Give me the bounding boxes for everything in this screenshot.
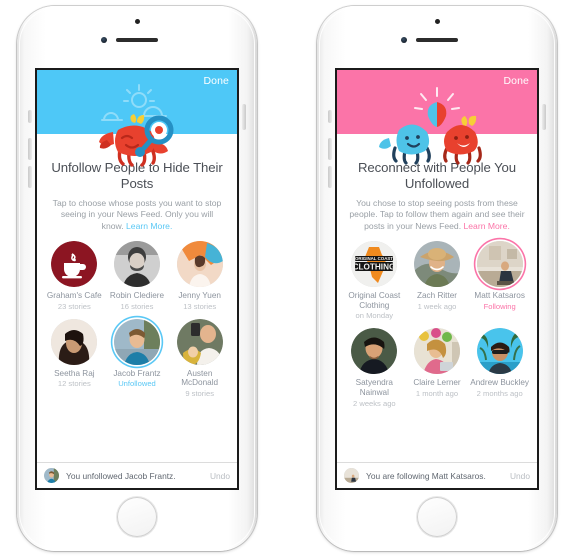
volume-down-button[interactable] [328,166,332,188]
toast-avatar [44,468,59,483]
avatar: ORIGINAL COAST CLOTHING [351,241,398,288]
avatar [113,318,160,365]
front-camera-icon [101,37,107,43]
page-subtitle: Tap to choose whose posts you want to st… [49,198,225,232]
person-name: Jacob Frantz [113,368,161,378]
person-name: Austen McDonald [181,368,219,388]
person-cell[interactable]: Andrew Buckley 2 months ago [468,328,531,407]
learn-more-link[interactable]: Learn More. [464,221,510,231]
page-title: Unfollow People to Hide Their Posts [51,160,223,191]
person-cell[interactable]: ORIGINAL COAST CLOTHING Original Coast C… [343,241,406,320]
person-cell[interactable]: Austen McDonald 9 stories [168,318,231,398]
avatar [476,241,523,288]
screen-reconnect: Done Reconnect with People You Unfollowe… [337,70,537,488]
person-name: Original Coast Clothing [348,291,401,310]
toast-message: You unfollowed Jacob Frantz. [66,470,176,481]
hero-banner: Done [37,70,237,134]
avatar [176,241,223,288]
person-name: Matt Katsaros [474,291,525,301]
person-meta: 9 stories [185,389,215,398]
person-cell[interactable]: Graham's Cafe 23 stories [43,241,106,311]
person-name: Satyendra Nainwal [355,378,393,397]
hero-banner: Done [337,70,537,134]
avatar [413,328,460,375]
phone-reconnect: Done Reconnect with People You Unfollowe… [303,6,571,551]
proximity-sensor-icon [435,19,440,24]
home-button[interactable] [117,497,157,537]
person-cell[interactable]: Satyendra Nainwal 2 weeks ago [343,328,406,408]
home-button[interactable] [417,497,457,537]
person-cell[interactable]: Seetha Raj 12 stories [43,318,106,398]
toast-notification: You unfollowed Jacob Frantz. Undo [37,462,237,488]
people-grid: Graham's Cafe 23 stories Robin Clediere … [37,241,237,398]
copy-block: Reconnect with People You Unfollowed You… [337,134,537,232]
person-name: Graham's Cafe [46,291,102,301]
silence-switch[interactable] [28,110,32,123]
person-cell[interactable]: Robin Clediere 16 stories [106,241,169,311]
person-name: Zach Ritter [416,291,458,301]
silence-switch[interactable] [328,110,332,123]
person-cell[interactable]: Claire Lerner 1 month ago [406,328,469,407]
person-name: Jenny Yuen [178,291,221,301]
proximity-sensor-icon [135,19,140,24]
avatar [51,318,98,365]
avatar [351,328,398,375]
person-name: Claire Lerner [413,378,461,388]
person-cell-selected[interactable]: Jacob Frantz Unfollowed [106,318,169,398]
toast-notification: You are following Matt Katsaros. Undo [337,462,537,488]
person-cell[interactable]: Jenny Yuen 13 stories [168,241,231,311]
person-cell-selected[interactable]: Matt Katsaros Following [468,241,531,320]
person-state-badge: Following [483,301,516,311]
person-name: Robin Clediere [109,291,165,301]
front-camera-icon [401,37,407,43]
undo-button[interactable]: Undo [510,471,530,481]
person-meta: 23 stories [57,301,91,311]
avatar [113,241,160,288]
avatar [51,241,98,288]
done-button[interactable]: Done [503,75,529,87]
volume-up-button[interactable] [28,138,32,160]
done-button[interactable]: Done [203,75,229,87]
screen-unfollow: Done Unfollow People to Hide Their Posts… [37,70,237,488]
person-meta: 1 month ago [415,389,459,398]
volume-up-button[interactable] [328,138,332,160]
toast-avatar [344,468,359,483]
person-meta: 2 weeks ago [353,398,396,408]
person-meta: 13 stories [183,301,217,311]
power-button[interactable] [242,104,246,130]
person-meta: 16 stories [120,301,154,311]
person-name: Seetha Raj [54,368,95,378]
avatar [176,318,223,365]
svg-text:CLOTHING: CLOTHING [353,263,396,272]
undo-button[interactable]: Undo [210,471,230,481]
copy-block: Unfollow People to Hide Their Posts Tap … [37,134,237,232]
toast-message: You are following Matt Katsaros. [366,470,486,481]
person-name: Andrew Buckley [470,378,530,388]
person-meta: on Monday [355,311,394,321]
person-cell[interactable]: Zach Ritter 1 week ago [406,241,469,320]
svg-text:ORIGINAL COAST: ORIGINAL COAST [355,256,393,261]
avatar [413,241,460,288]
page-subtitle: You chose to stop seeing posts from thes… [349,198,525,232]
earpiece-speaker-icon [116,38,158,42]
learn-more-link[interactable]: Learn More. [126,221,172,231]
person-meta: 2 months ago [476,389,523,398]
people-grid: ORIGINAL COAST CLOTHING Original Coast C… [337,241,537,408]
volume-down-button[interactable] [28,166,32,188]
avatar [476,328,523,375]
screenshot-root: Done Unfollow People to Hide Their Posts… [0,0,577,557]
page-title: Reconnect with People You Unfollowed [357,160,517,191]
phone-unfollow: Done Unfollow People to Hide Their Posts… [3,6,271,551]
person-meta: 12 stories [57,379,91,389]
person-state-badge: Unfollowed [118,379,156,389]
earpiece-speaker-icon [416,38,458,42]
power-button[interactable] [542,104,546,130]
person-meta: 1 week ago [417,301,457,311]
